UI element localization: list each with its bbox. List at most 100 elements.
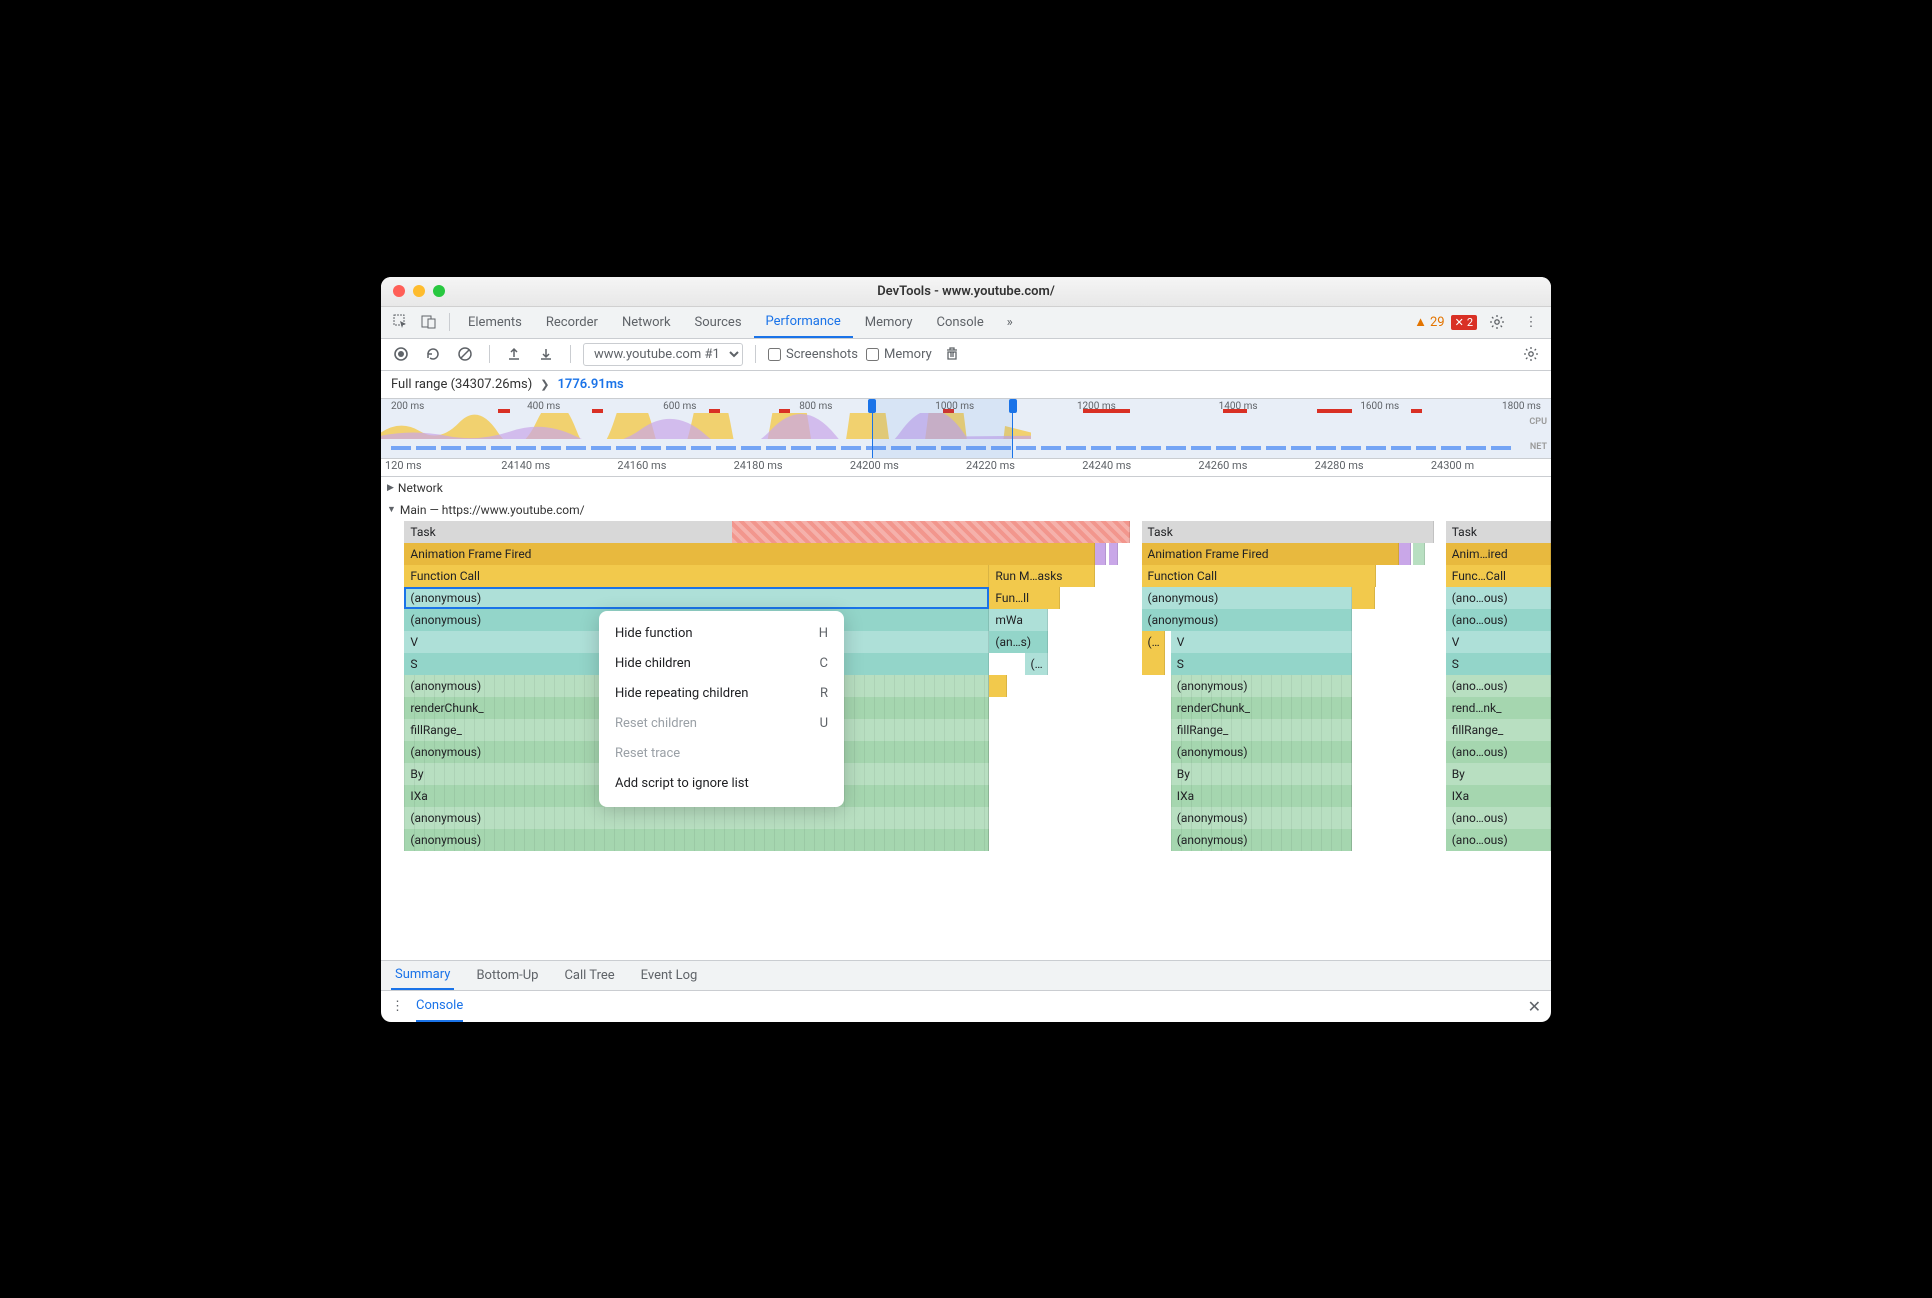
flame-entry[interactable]: (an…s) [989,631,1048,653]
flame-entry[interactable]: (anonymous) [1171,807,1352,829]
flame-entry[interactable]: rend…nk_ [1446,697,1551,719]
recording-select[interactable]: www.youtube.com #1 [583,343,743,366]
flame-entry[interactable]: S [1446,653,1551,675]
breadcrumb-current[interactable]: 1776.91ms [557,377,623,392]
screenshots-checkbox-input[interactable] [768,348,781,361]
garbage-collect-icon[interactable] [940,342,964,366]
tab-recorder[interactable]: Recorder [534,306,610,338]
tab-console[interactable]: Console [924,306,995,338]
flame-entry[interactable]: (anonymous) [1142,587,1353,609]
tab-memory[interactable]: Memory [853,306,925,338]
chevron-right-icon: ❯ [540,378,549,391]
errors-badge[interactable]: ✕ 2 [1451,315,1477,330]
context-menu-item-hide-children[interactable]: Hide children C [599,649,844,679]
flame-entry[interactable]: (… [1025,653,1048,675]
flame-entry[interactable]: (anonymous) [1171,741,1352,763]
flame-entry[interactable]: (anonymous) [1171,675,1352,697]
performance-toolbar: www.youtube.com #1 Screenshots Memory [381,339,1551,371]
detail-tab-event-log[interactable]: Event Log [637,960,702,990]
inspect-element-icon[interactable] [387,308,415,336]
capture-settings-icon[interactable] [1519,342,1543,366]
console-tab[interactable]: Console [416,990,463,1022]
network-track-header[interactable]: ▶ Network [381,477,1551,499]
flame-entry[interactable]: (ano…ous) [1446,587,1551,609]
maximize-window-button[interactable] [433,285,445,297]
minimize-window-button[interactable] [413,285,425,297]
flame-entry-selected[interactable]: (anonymous) [404,587,989,609]
flame-entry[interactable]: Func…Call [1446,565,1551,587]
memory-checkbox-input[interactable] [866,348,879,361]
flame-entry[interactable] [1399,543,1411,565]
flame-entry[interactable] [1109,543,1118,565]
flame-entry[interactable]: IXa [1446,785,1551,807]
clear-button-icon[interactable] [453,342,477,366]
tab-elements[interactable]: Elements [456,306,534,338]
flame-entry[interactable]: Animation Frame Fired [1142,543,1399,565]
flame-entry[interactable]: By [1171,763,1352,785]
error-icon: ✕ [1455,316,1464,329]
more-tabs-icon[interactable]: » [996,308,1024,336]
kebab-menu-icon[interactable]: ⋮ [1517,308,1545,336]
detail-tab-bottom-up[interactable]: Bottom-Up [472,960,542,990]
flame-entry[interactable]: Function Call [404,565,989,587]
flame-entry[interactable]: IXa [1171,785,1352,807]
flame-entry[interactable]: (anonymous) [404,807,989,829]
flame-entry[interactable]: fillRange_ [1171,719,1352,741]
memory-checkbox[interactable]: Memory [866,347,932,362]
flame-entry[interactable]: S [1171,653,1352,675]
device-toggle-icon[interactable] [415,308,443,336]
flame-entry[interactable]: (ano…ous) [1446,609,1551,631]
flame-entry[interactable]: (… [1142,631,1165,653]
context-menu-item-hide-function[interactable]: Hide function H [599,619,844,649]
reload-button-icon[interactable] [421,342,445,366]
tab-sources[interactable]: Sources [683,306,754,338]
flame-entry[interactable]: Anim…ired [1446,543,1551,565]
flame-entry[interactable] [1352,587,1375,609]
warnings-badge[interactable]: ▲ 29 [1414,314,1445,330]
flame-entry[interactable]: fillRange_ [1446,719,1551,741]
flame-entry[interactable] [989,675,1007,697]
flame-entry[interactable]: (anonymous) [1142,609,1353,631]
flame-entry[interactable]: Task [1142,521,1435,543]
flame-entry[interactable]: Function Call [1142,565,1376,587]
flame-entry[interactable]: renderChunk_ [1171,697,1352,719]
detail-tab-call-tree[interactable]: Call Tree [560,960,618,990]
drawer-menu-icon[interactable]: ⋮ [391,999,404,1014]
flame-entry[interactable]: Fun…ll [989,587,1059,609]
tab-network[interactable]: Network [610,306,683,338]
flame-entry[interactable] [1095,543,1107,565]
screenshots-checkbox[interactable]: Screenshots [768,347,858,362]
flame-longtask[interactable] [732,521,1130,543]
main-track-header[interactable]: ▼ Main — https://www.youtube.com/ [381,499,1551,521]
flame-entry[interactable]: (anonymous) [404,829,989,851]
flame-entry[interactable]: (anonymous) [1171,829,1352,851]
flame-entry[interactable]: By [1446,763,1551,785]
flame-entry[interactable]: (ano…ous) [1446,807,1551,829]
flame-entry[interactable]: Task [1446,521,1551,543]
close-window-button[interactable] [393,285,405,297]
breadcrumb: Full range (34307.26ms) ❯ 1776.91ms [381,371,1551,399]
main-tabbar: Elements Recorder Network Sources Perfor… [381,307,1551,339]
flame-entry[interactable]: (ano…ous) [1446,829,1551,851]
context-menu-item-hide-repeating[interactable]: Hide repeating children R [599,679,844,709]
timeline-overview[interactable]: 200 ms 400 ms 600 ms 800 ms 1000 ms 1200… [381,399,1551,459]
record-button-icon[interactable] [389,342,413,366]
flame-entry[interactable]: (ano…ous) [1446,675,1551,697]
settings-icon[interactable] [1483,308,1511,336]
flame-chart[interactable]: ▶ Network ▼ Main — https://www.youtube.c… [381,477,1551,960]
flame-entry[interactable]: (ano…ous) [1446,741,1551,763]
tab-performance[interactable]: Performance [754,306,853,338]
detail-tab-summary[interactable]: Summary [391,960,454,990]
close-drawer-icon[interactable]: ✕ [1528,997,1541,1016]
flame-entry[interactable]: Animation Frame Fired [404,543,1094,565]
flame-entry[interactable] [1413,543,1425,565]
flame-entry[interactable]: V [1446,631,1551,653]
flame-entry[interactable]: V [1171,631,1352,653]
flame-entry[interactable] [1142,653,1165,675]
flame-entry[interactable]: Run M…asks [989,565,1094,587]
upload-icon[interactable] [502,342,526,366]
breadcrumb-full-range[interactable]: Full range (34307.26ms) [391,377,532,392]
context-menu-item-ignore-list[interactable]: Add script to ignore list [599,769,844,799]
download-icon[interactable] [534,342,558,366]
flame-entry[interactable]: mWa [989,609,1048,631]
